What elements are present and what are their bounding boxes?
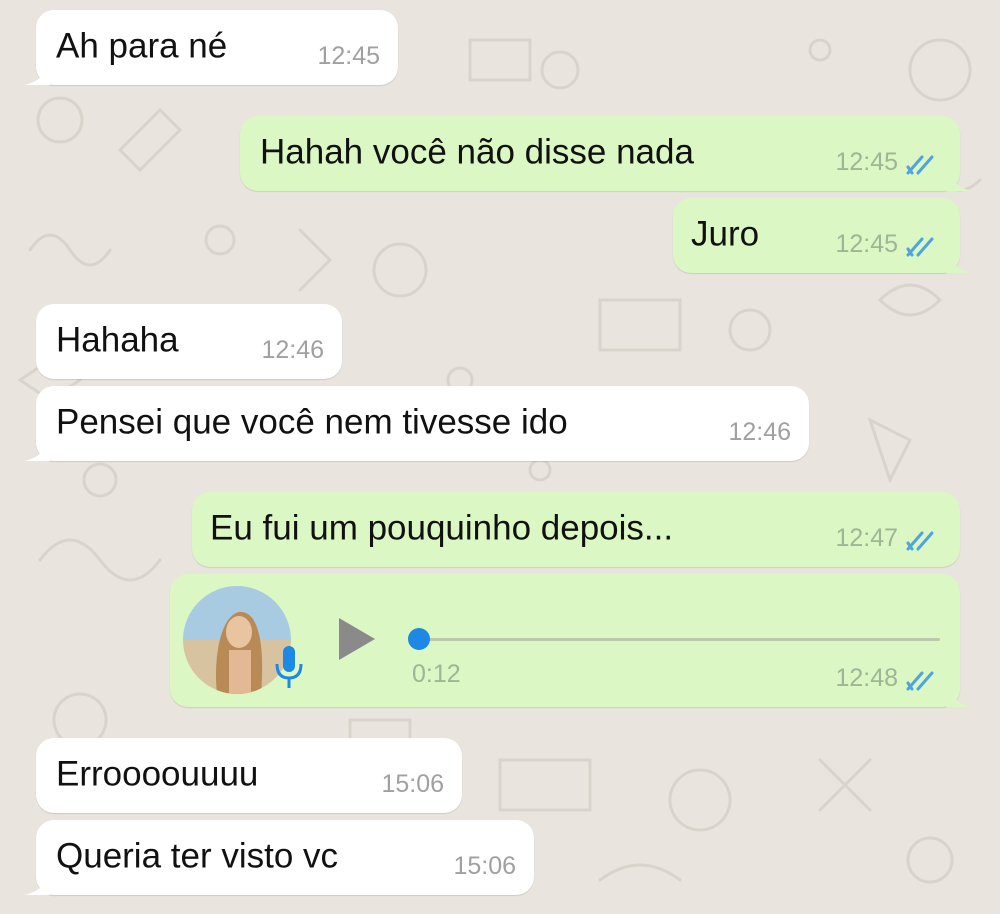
read-receipt-double-check-icon	[906, 155, 934, 175]
bubble-tail	[24, 873, 50, 895]
message-text: Juro	[691, 213, 760, 253]
message-time: 15:06	[381, 770, 444, 798]
message-text: Hahah você não disse nada	[260, 131, 694, 171]
message-bubble-incoming[interactable]: Erroooouuuu 15:06	[36, 738, 462, 813]
bubble-tail	[946, 169, 972, 191]
message-time: 12:48	[835, 664, 898, 692]
message-bubble-outgoing[interactable]: Eu fui um pouquinho depois... 12:47	[192, 492, 960, 567]
voice-duration: 0:12	[412, 660, 461, 688]
message-time: 12:46	[261, 336, 324, 364]
message-bubble-incoming[interactable]: Pensei que você nem tivesse ido 12:46	[24, 386, 809, 461]
voice-progress-knob[interactable]	[408, 628, 430, 650]
message-text: Ah para né	[56, 25, 228, 65]
microphone-icon	[275, 646, 303, 688]
message-time: 12:45	[835, 148, 898, 176]
voice-message-bubble[interactable]: 0:12 12:48	[170, 574, 972, 707]
bubble-tail	[946, 251, 972, 273]
message-time: 12:45	[835, 230, 898, 258]
message-text: Erroooouuuu	[56, 753, 259, 793]
bubble-tail	[24, 63, 50, 85]
message-text: Queria ter visto vc	[56, 835, 339, 875]
message-bubble-incoming[interactable]: Queria ter visto vc 15:06	[24, 820, 534, 895]
message-time: 12:45	[317, 42, 380, 70]
message-bubble-incoming[interactable]: Ah para né 12:45	[24, 10, 398, 85]
read-receipt-double-check-icon	[906, 531, 934, 551]
message-time: 12:47	[835, 524, 898, 552]
message-time: 12:46	[728, 418, 791, 446]
message-bubble-incoming[interactable]: Hahaha 12:46	[36, 304, 342, 379]
message-text: Hahaha	[56, 319, 179, 359]
message-time: 15:06	[453, 852, 516, 880]
voice-progress-track[interactable]	[414, 638, 940, 641]
message-text: Pensei que você nem tivesse ido	[56, 401, 568, 441]
bubble-tail	[946, 685, 972, 707]
read-receipt-double-check-icon	[906, 237, 934, 257]
play-icon[interactable]	[333, 616, 379, 662]
bubble-tail	[24, 439, 50, 461]
message-text: Eu fui um pouquinho depois...	[210, 507, 674, 547]
message-bubble-outgoing[interactable]: Juro 12:45	[673, 198, 972, 273]
read-receipt-double-check-icon	[906, 671, 934, 691]
message-bubble-outgoing[interactable]: Hahah você não disse nada 12:45	[240, 116, 972, 191]
